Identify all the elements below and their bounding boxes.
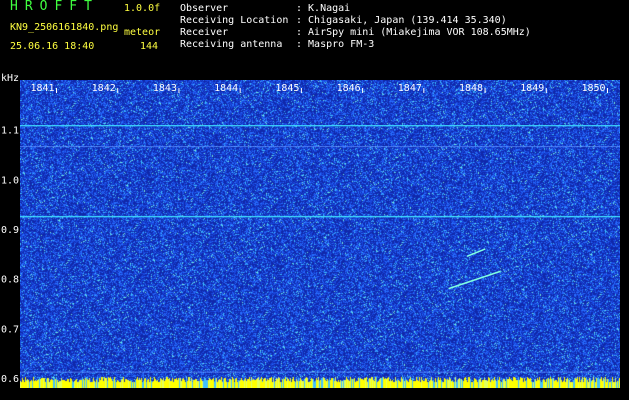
y-tick-label: 1.0	[1, 175, 19, 186]
info-label-observer: Observer	[180, 3, 229, 14]
y-axis: 1.1 1.0 0.9 0.8 0.7 0.6	[1, 126, 19, 385]
info-value-antenna: : Maspro FM-3	[296, 39, 375, 50]
mode-label: meteor	[124, 27, 161, 38]
y-tick-label: 0.9	[1, 225, 19, 236]
app-brand: HROFFT	[10, 0, 99, 14]
y-tick-label: 1.1	[1, 126, 19, 137]
file-name: KN9_2506161840.png	[10, 22, 119, 33]
info-label-antenna: Receiving antenna	[180, 39, 283, 50]
spectrogram	[20, 80, 620, 388]
echo-count: 144	[140, 41, 159, 52]
info-label-location: Receiving Location	[180, 15, 289, 26]
app-version: 1.0.0f	[124, 3, 161, 14]
info-value-receiver: : AirSpy mini (Miakejima VOR 108.65MHz)	[296, 27, 531, 38]
y-tick-label: 0.6	[1, 374, 19, 385]
info-label-receiver: Receiver	[180, 27, 229, 38]
y-tick-label: 0.7	[1, 324, 19, 335]
date-time: 25.06.16 18:40	[10, 41, 95, 52]
info-value-location: : Chigasaki, Japan (139.414 35.340)	[296, 15, 507, 26]
y-tick-label: 0.8	[1, 275, 19, 286]
info-value-observer: : K.Nagai	[296, 3, 351, 14]
header-panel: HROFFT 1.0.0f KN9_2506161840.png meteor …	[0, 0, 629, 76]
